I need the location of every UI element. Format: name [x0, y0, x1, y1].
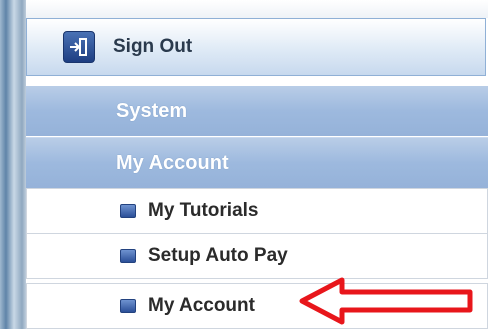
bullet-icon — [120, 299, 136, 313]
section-my-account[interactable]: My Account — [26, 137, 488, 188]
section-system-label: System — [116, 99, 188, 122]
sign-out-icon — [63, 31, 95, 63]
sign-out-button[interactable]: Sign Out — [26, 18, 486, 76]
menu-item-my-tutorials[interactable]: My Tutorials — [26, 188, 488, 234]
account-menu-panel: Sign Out System My Account My Tutorials … — [26, 0, 488, 329]
bullet-icon — [120, 204, 136, 218]
menu-item-setup-auto-pay[interactable]: Setup Auto Pay — [26, 233, 488, 279]
menu-item-label: My Tutorials — [148, 200, 259, 221]
bullet-icon — [120, 249, 136, 263]
section-system[interactable]: System — [26, 86, 488, 136]
top-strip — [26, 0, 488, 18]
sign-out-label: Sign Out — [113, 36, 193, 57]
menu-item-label: My Account — [148, 295, 255, 316]
section-my-account-label: My Account — [116, 151, 229, 174]
red-arrow-annotation — [299, 277, 473, 325]
menu-item-label: Setup Auto Pay — [148, 245, 288, 266]
